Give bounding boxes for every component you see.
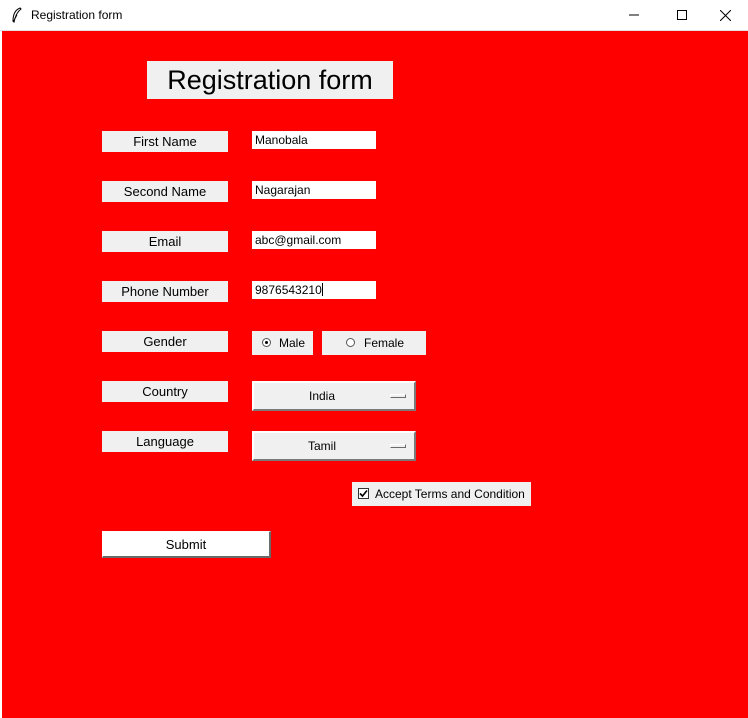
maximize-icon (677, 10, 687, 20)
form-area: Registration form First Name Manobala Se… (2, 31, 748, 718)
country-label: Country (102, 381, 228, 402)
submit-button[interactable]: Submit (102, 531, 271, 558)
dropdown-indicator-icon (390, 394, 406, 398)
email-value: abc@gmail.com (255, 233, 342, 247)
gender-label: Gender (102, 331, 228, 352)
app-window: Registration form Registration form Firs… (0, 0, 748, 718)
second-name-label: Second Name (102, 181, 228, 202)
dropdown-indicator-icon (390, 444, 406, 448)
window-title: Registration form (31, 8, 123, 22)
gender-radio-female[interactable]: Female (322, 331, 426, 355)
gender-radio-male-label: Male (279, 336, 306, 350)
feather-icon (12, 7, 22, 23)
gender-radio-male[interactable]: Male (252, 331, 313, 355)
gender-radio-female-label: Female (364, 336, 405, 350)
close-icon (719, 9, 731, 21)
radio-selected-icon (262, 338, 271, 347)
form-heading: Registration form (147, 61, 393, 99)
close-button[interactable] (702, 0, 748, 30)
second-name-input[interactable]: Nagarajan (252, 181, 376, 199)
phone-number-value: 9876543210 (255, 283, 322, 297)
second-name-value: Nagarajan (255, 183, 311, 197)
email-label: Email (102, 231, 228, 252)
title-bar: Registration form (0, 0, 748, 31)
text-caret (321, 283, 323, 296)
language-select[interactable]: Tamil (252, 431, 416, 461)
terms-checkbox[interactable]: Accept Terms and Condition (352, 482, 531, 506)
language-label: Language (102, 431, 228, 452)
checkbox-checked-icon (358, 488, 369, 499)
first-name-input[interactable]: Manobala (252, 131, 376, 149)
first-name-label: First Name (102, 131, 228, 152)
terms-checkbox-label: Accept Terms and Condition (375, 487, 525, 501)
minimize-icon (629, 14, 639, 16)
language-selected-value: Tamil (307, 439, 336, 453)
minimize-button[interactable] (611, 0, 657, 30)
phone-number-label: Phone Number (102, 281, 228, 302)
radio-unselected-icon (346, 338, 355, 347)
maximize-button[interactable] (659, 0, 705, 30)
first-name-value: Manobala (255, 133, 308, 147)
email-input[interactable]: abc@gmail.com (252, 231, 376, 249)
country-selected-value: India (308, 389, 336, 403)
country-select[interactable]: India (252, 381, 416, 411)
phone-number-input[interactable]: 9876543210 (252, 281, 376, 299)
